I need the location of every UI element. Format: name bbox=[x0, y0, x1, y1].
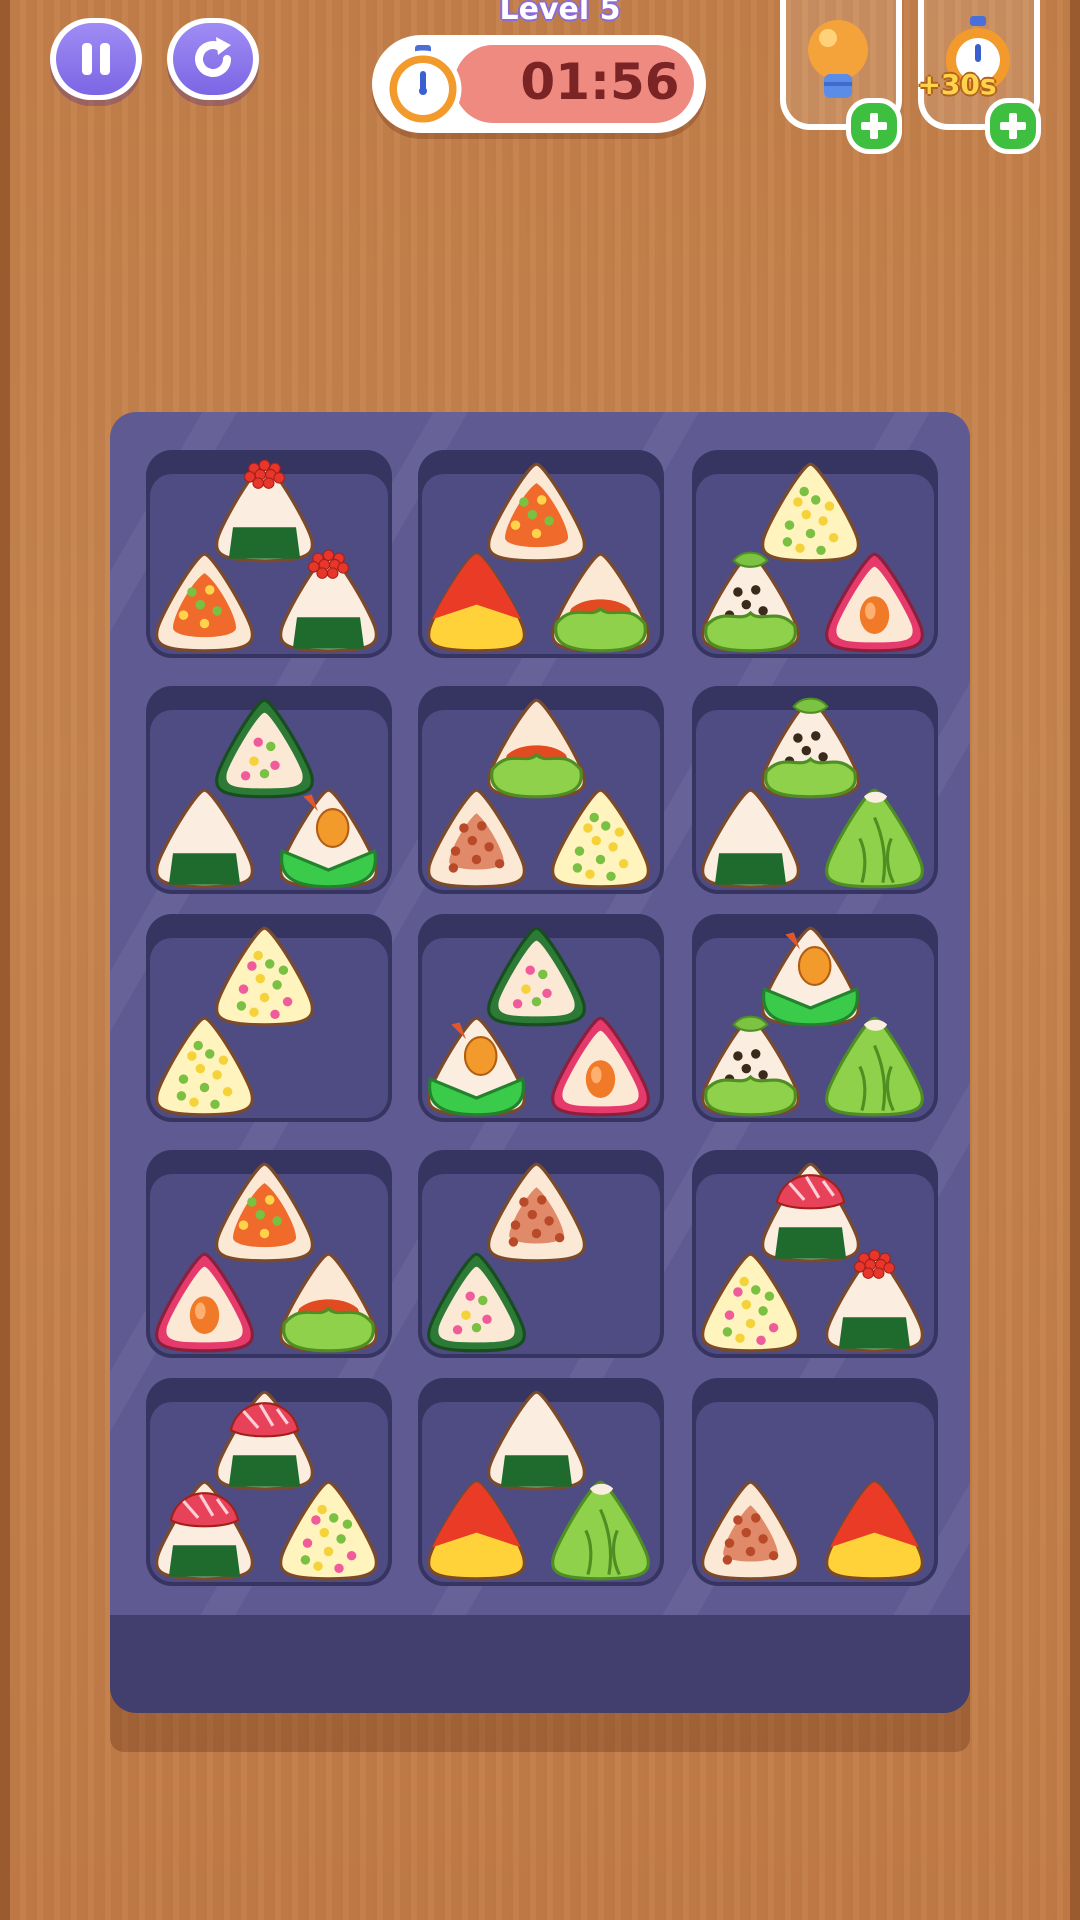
timer: 01:56 bbox=[372, 35, 706, 133]
restart-icon bbox=[173, 23, 253, 95]
shelf-slot[interactable] bbox=[692, 1378, 938, 1586]
cabbage-onigiri[interactable] bbox=[551, 1480, 650, 1581]
lettuce-wrap-onigiri[interactable] bbox=[279, 1252, 378, 1353]
salmon-pink-onigiri[interactable] bbox=[825, 552, 924, 653]
tuna-sashimi-onigiri[interactable] bbox=[155, 1480, 254, 1581]
tray-front-edge bbox=[110, 1615, 970, 1713]
tomato-egg-onigiri[interactable] bbox=[427, 1480, 526, 1581]
tomato-egg-onigiri[interactable] bbox=[825, 1480, 924, 1581]
tuna-sashimi-onigiri[interactable] bbox=[215, 1390, 314, 1491]
pause-button[interactable] bbox=[50, 18, 142, 100]
shelf-slot[interactable] bbox=[146, 1150, 392, 1358]
veggie-nori-wrap-onigiri[interactable] bbox=[427, 1252, 526, 1353]
wood-edge-left bbox=[0, 0, 10, 1920]
plain-nori-onigiri[interactable] bbox=[155, 788, 254, 889]
shrimp-green-onigiri[interactable] bbox=[279, 788, 378, 889]
timer-text: 01:56 bbox=[520, 53, 680, 111]
shelf-slot[interactable] bbox=[692, 450, 938, 658]
add-hint-button[interactable] bbox=[846, 98, 902, 154]
spicy-tuna-onigiri[interactable] bbox=[487, 462, 586, 563]
stopwatch-icon bbox=[380, 41, 466, 128]
veggie-nori-wrap-onigiri[interactable] bbox=[215, 698, 314, 799]
spicy-tuna-onigiri[interactable] bbox=[215, 1162, 314, 1263]
shelf-slot[interactable] bbox=[418, 686, 664, 894]
pause-icon bbox=[56, 23, 136, 95]
meat-floss-onigiri[interactable] bbox=[701, 1480, 800, 1581]
cabbage-onigiri[interactable] bbox=[825, 788, 924, 889]
plain-nori-onigiri[interactable] bbox=[487, 1390, 586, 1491]
salmon-pink-onigiri[interactable] bbox=[155, 1252, 254, 1353]
shelf-slot[interactable] bbox=[418, 1378, 664, 1586]
restart-button[interactable] bbox=[167, 18, 259, 100]
shelf-slot[interactable] bbox=[146, 914, 392, 1122]
tomato-egg-onigiri[interactable] bbox=[427, 552, 526, 653]
ikura-nori-onigiri[interactable] bbox=[215, 459, 314, 563]
shelf-slot[interactable] bbox=[418, 450, 664, 658]
sesame-leaf-onigiri[interactable] bbox=[701, 1015, 800, 1117]
shelf-slot[interactable] bbox=[146, 450, 392, 658]
corn-peas-onigiri[interactable] bbox=[551, 788, 650, 889]
spicy-tuna-onigiri[interactable] bbox=[155, 552, 254, 653]
shelf-slot[interactable] bbox=[418, 1150, 664, 1358]
salmon-pink-onigiri[interactable] bbox=[551, 1016, 650, 1117]
add-time-button[interactable] bbox=[985, 98, 1041, 154]
shelf-slot[interactable] bbox=[146, 686, 392, 894]
tuna-sashimi-onigiri[interactable] bbox=[761, 1162, 860, 1263]
shelf-slot[interactable] bbox=[418, 914, 664, 1122]
shelf-slot[interactable] bbox=[692, 686, 938, 894]
lettuce-wrap-onigiri[interactable] bbox=[551, 552, 650, 653]
wood-edge-right bbox=[1070, 0, 1080, 1920]
shrimp-green-onigiri[interactable] bbox=[427, 1016, 526, 1117]
pink-veggie-onigiri[interactable] bbox=[701, 1252, 800, 1353]
shelf-slot[interactable] bbox=[692, 1150, 938, 1358]
pink-veggie-onigiri[interactable] bbox=[215, 926, 314, 1027]
corn-peas-onigiri[interactable] bbox=[155, 1016, 254, 1117]
ikura-nori-onigiri[interactable] bbox=[279, 549, 378, 653]
ikura-nori-onigiri[interactable] bbox=[825, 1249, 924, 1353]
shelf-slot[interactable] bbox=[146, 1378, 392, 1586]
plain-nori-onigiri[interactable] bbox=[701, 788, 800, 889]
sesame-leaf-onigiri[interactable] bbox=[701, 551, 800, 653]
sesame-leaf-onigiri[interactable] bbox=[761, 697, 860, 799]
time-booster-label: +30s bbox=[917, 68, 997, 101]
shelf-slot[interactable] bbox=[692, 914, 938, 1122]
cabbage-onigiri[interactable] bbox=[825, 1016, 924, 1117]
level-title: Level 5 bbox=[499, 0, 621, 27]
meat-floss-onigiri[interactable] bbox=[487, 1162, 586, 1263]
shrimp-green-onigiri[interactable] bbox=[761, 926, 860, 1027]
corn-peas-onigiri[interactable] bbox=[761, 462, 860, 563]
pink-veggie-onigiri[interactable] bbox=[279, 1480, 378, 1581]
veggie-nori-wrap-onigiri[interactable] bbox=[487, 926, 586, 1027]
lettuce-wrap-onigiri[interactable] bbox=[487, 698, 586, 799]
meat-floss-onigiri[interactable] bbox=[427, 788, 526, 889]
